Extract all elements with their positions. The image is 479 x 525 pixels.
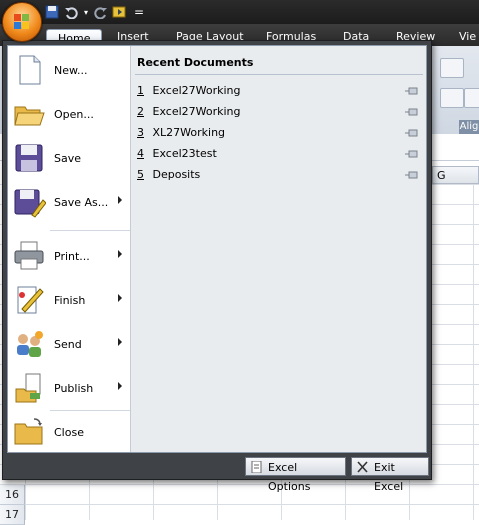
excel-options-button[interactable]: Excel Options xyxy=(245,457,346,493)
qat-save-icon[interactable] xyxy=(44,4,60,20)
qat-undo-icon[interactable] xyxy=(63,4,79,20)
menu-item-label: Publish xyxy=(54,381,94,395)
orientation-button[interactable] xyxy=(440,58,464,78)
recent-document-item[interactable]: 5 Deposits xyxy=(137,166,419,184)
pin-icon[interactable] xyxy=(405,171,419,179)
recent-document-name: XL27Working xyxy=(152,126,226,139)
menu-item-close[interactable]: Close xyxy=(8,412,130,452)
recent-document-item[interactable]: 3 XL27Working xyxy=(137,124,419,142)
office-menu-body: New... Open... Save Save As... Print... … xyxy=(7,45,427,453)
recent-document-name: Excel27Working xyxy=(152,84,241,97)
recent-document-number: 3 xyxy=(137,126,144,139)
menu-item-open[interactable]: Open... xyxy=(8,94,130,134)
recent-document-item[interactable]: 4 Excel23test xyxy=(137,145,419,163)
column-header-g[interactable]: G xyxy=(432,166,479,184)
office-logo-icon xyxy=(14,14,30,30)
row-header-17[interactable]: 17 xyxy=(0,505,25,525)
submenu-arrow-icon xyxy=(118,382,122,390)
printer-icon xyxy=(12,239,46,273)
title-bar: ▾ = xyxy=(0,0,479,24)
publish-icon xyxy=(12,371,46,405)
office-button[interactable] xyxy=(2,2,42,42)
office-menu-footer: Excel Options Exit Excel xyxy=(7,455,429,493)
pin-icon[interactable] xyxy=(405,108,419,116)
recent-document-number: 5 xyxy=(137,168,144,181)
exit-excel-label: Exit Excel xyxy=(374,461,404,493)
save-disk-icon xyxy=(12,141,46,175)
menu-item-send[interactable]: Send xyxy=(8,324,130,364)
recent-document-number: 2 xyxy=(137,105,144,118)
quick-access-toolbar: ▾ = xyxy=(44,3,147,21)
menu-item-label: New... xyxy=(54,63,88,77)
menu-item-label: Save As... xyxy=(54,195,109,209)
recent-document-name: Excel23test xyxy=(152,147,217,160)
menu-separator xyxy=(50,230,130,231)
send-people-icon xyxy=(12,327,46,361)
increase-indent-button[interactable] xyxy=(464,88,479,108)
menu-item-label: Open... xyxy=(54,107,94,121)
recent-document-number: 1 xyxy=(137,84,144,97)
menu-item-save-as[interactable]: Save As... xyxy=(8,182,130,222)
recent-document-item[interactable]: 1 Excel27Working xyxy=(137,82,419,100)
recent-document-item[interactable]: 2 Excel27Working xyxy=(137,103,419,121)
exit-excel-button[interactable]: Exit Excel xyxy=(351,457,429,493)
open-folder-icon xyxy=(12,97,46,131)
recent-document-number: 4 xyxy=(137,147,144,160)
menu-item-save[interactable]: Save xyxy=(8,138,130,178)
qat-redo-icon[interactable] xyxy=(93,4,109,20)
tab-view[interactable]: Vie xyxy=(459,28,476,46)
submenu-arrow-icon xyxy=(118,294,122,302)
menu-separator xyxy=(50,410,130,411)
excel-options-label: Excel Options xyxy=(268,461,311,493)
menu-item-label: Finish xyxy=(54,293,86,307)
decrease-indent-button[interactable] xyxy=(440,88,464,108)
menu-item-label: Close xyxy=(54,425,84,439)
pin-icon[interactable] xyxy=(405,129,419,137)
menu-item-label: Save xyxy=(54,151,82,165)
recent-documents-pane: Recent Documents 1 Excel27Working 2 Exce… xyxy=(130,46,426,452)
recent-document-name: Deposits xyxy=(152,168,201,181)
options-document-icon xyxy=(251,461,262,473)
pin-icon[interactable] xyxy=(405,150,419,158)
menu-command-list: New... Open... Save Save As... Print... … xyxy=(8,46,130,452)
qat-undo-dropdown-icon[interactable]: ▾ xyxy=(82,4,90,20)
row-header-16[interactable]: 16 xyxy=(0,485,25,505)
menu-item-new[interactable]: New... xyxy=(8,50,130,90)
save-as-icon xyxy=(12,185,47,219)
alignment-group-label: Alig xyxy=(459,120,479,134)
menu-item-publish[interactable]: Publish xyxy=(8,368,130,408)
submenu-arrow-icon xyxy=(118,196,122,204)
menu-item-print[interactable]: Print... xyxy=(8,236,130,276)
menu-item-label: Send xyxy=(54,337,82,351)
recent-document-name: Excel27Working xyxy=(152,105,241,118)
close-folder-icon xyxy=(12,415,46,449)
menu-item-label: Print... xyxy=(54,249,90,263)
exit-x-icon xyxy=(357,461,368,473)
office-menu: New... Open... Save Save As... Print... … xyxy=(2,40,432,493)
finish-pencil-icon xyxy=(12,283,46,317)
menu-item-finish[interactable]: Finish xyxy=(8,280,130,320)
submenu-arrow-icon xyxy=(118,338,122,346)
qat-customize-icon[interactable]: = xyxy=(131,4,147,20)
recent-documents-title: Recent Documents xyxy=(137,56,254,69)
pin-icon[interactable] xyxy=(405,87,419,95)
new-document-icon xyxy=(12,53,46,87)
recent-documents-divider xyxy=(135,74,423,75)
qat-custom-icon[interactable] xyxy=(112,4,128,20)
submenu-arrow-icon xyxy=(118,250,122,258)
